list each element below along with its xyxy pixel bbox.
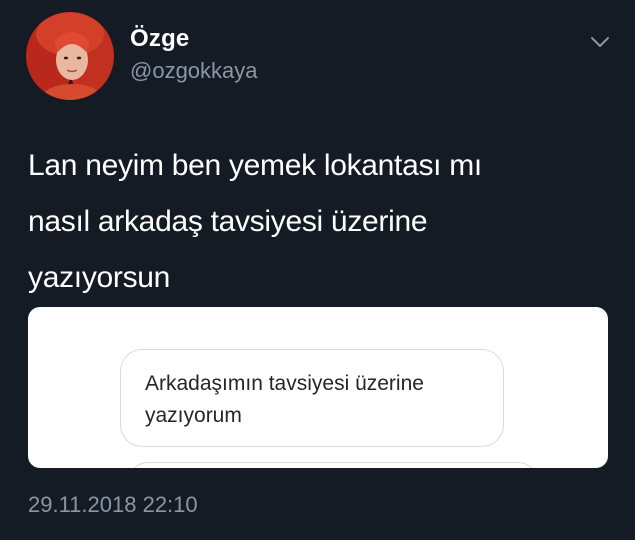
avatar[interactable] [26,12,114,100]
message-text-line: Arkadaşımın tavsiyesi üzerine [145,372,424,395]
user-handle[interactable]: @ozgokkaya [130,56,258,86]
tweet-text-line: yazıyorsun [28,261,171,294]
tweet-text: Lan neyim ben yemek lokantası mı nasıl a… [28,138,608,306]
attached-image[interactable]: Arkadaşımın tavsiyesi üzerine yazıyorum [28,307,608,468]
display-name[interactable]: Özge [130,24,189,54]
message-text-line: yazıyorum [145,404,242,427]
tweet: Özge @ozgokkaya Lan neyim ben yemek loka… [0,0,635,540]
tweet-text-line: nasıl arkadaş tavsiyesi üzerine [28,205,428,238]
timestamp: 29.11.2018 22:10 [28,492,198,517]
chevron-down-icon[interactable] [588,30,612,54]
message-bubble: Arkadaşımın tavsiyesi üzerine yazıyorum [120,349,504,447]
profile-photo-icon [26,12,114,100]
tweet-text-line: Lan neyim ben yemek lokantası mı [28,149,482,182]
message-text: Arkadaşımın tavsiyesi üzerine yazıyorum [145,368,495,432]
message-bubble-partial [128,462,538,468]
